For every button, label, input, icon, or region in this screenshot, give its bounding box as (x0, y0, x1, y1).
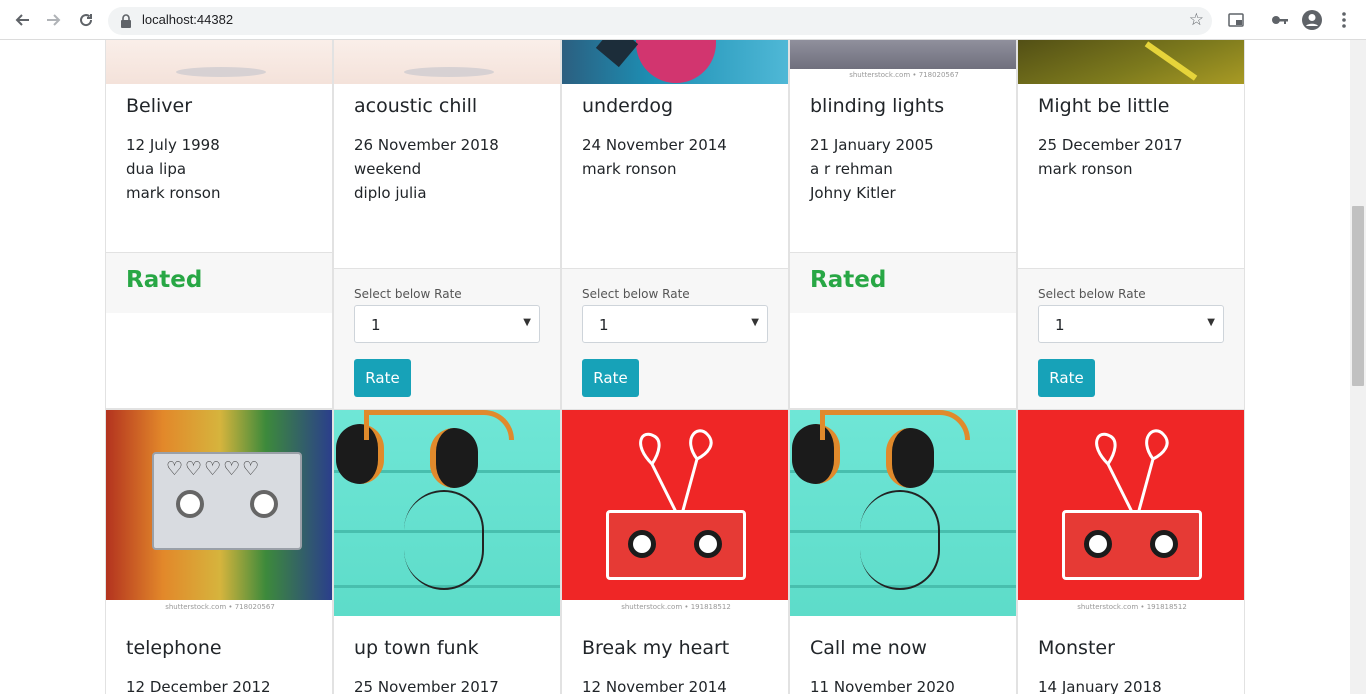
rated-label: Rated (126, 267, 203, 293)
song-card: Might be little 25 December 2017 mark ro… (1017, 40, 1245, 410)
song-artist: mark ronson (582, 160, 677, 178)
profile-avatar-icon[interactable] (1302, 10, 1322, 30)
image-watermark: shutterstock.com • 718020567 (849, 71, 959, 79)
rate-select-value: 1 (371, 316, 381, 334)
scrollbar-thumb[interactable] (1352, 206, 1364, 386)
song-title: Call me now (810, 637, 927, 659)
rate-button[interactable]: Rate (1038, 359, 1095, 397)
song-title: Might be little (1038, 95, 1170, 117)
headphones-teal-image (790, 410, 1016, 616)
song-date: 14 January 2018 (1038, 678, 1162, 694)
image-watermark: shutterstock.com • 191818512 (1077, 603, 1187, 611)
rate-label: Select below Rate (582, 287, 690, 301)
song-date: 26 November 2018 (354, 136, 499, 154)
song-date: 21 January 2005 (810, 136, 934, 154)
heart-cable-icon (1095, 429, 1169, 514)
lock-icon (121, 14, 131, 28)
song-artist: mark ronson (1038, 160, 1133, 178)
song-title: telephone (126, 637, 222, 659)
cassette-red-image: shutterstock.com • 191818512 (1018, 410, 1244, 616)
song-date: 24 November 2014 (582, 136, 727, 154)
song-card: Call me now 11 November 2020 (789, 409, 1017, 694)
song-date: 25 December 2017 (1038, 136, 1183, 154)
rate-button[interactable]: Rate (582, 359, 639, 397)
song-image: shutterstock.com • 718020567 (790, 40, 1016, 84)
address-bar[interactable]: localhost:44382 ☆ (108, 7, 1212, 35)
bookmark-star-icon[interactable]: ☆ (1189, 10, 1204, 30)
rating-footer: Select below Rate 1 ▼ Rate (1018, 268, 1244, 410)
rated-label: Rated (810, 267, 887, 293)
forward-icon[interactable] (42, 8, 66, 32)
song-card: shutterstock.com • 191818512 Monster 14 … (1017, 409, 1245, 694)
rate-button[interactable]: Rate (354, 359, 411, 397)
back-icon[interactable] (10, 8, 34, 32)
cassette-hearts-image: ♡♡♡♡♡ shutterstock.com • 718020567 (106, 410, 332, 616)
song-image (562, 40, 788, 84)
rate-select[interactable]: 1 ▼ (582, 305, 768, 343)
song-date: 12 November 2014 (582, 678, 727, 694)
song-artist: Johny Kitler (810, 184, 896, 202)
song-artist: dua lipa (126, 160, 187, 178)
heart-cable-icon (639, 429, 713, 514)
song-artist: diplo julia (354, 184, 427, 202)
rating-footer: Rated (790, 252, 1016, 313)
image-watermark: shutterstock.com • 718020567 (165, 603, 275, 611)
rating-footer: Select below Rate 1 ▼ Rate (334, 268, 560, 410)
song-date: 11 November 2020 (810, 678, 955, 694)
rate-select[interactable]: 1 ▼ (354, 305, 540, 343)
cassette-red-image: shutterstock.com • 191818512 (562, 410, 788, 616)
song-image (106, 40, 332, 84)
song-card: ♡♡♡♡♡ shutterstock.com • 718020567 telep… (105, 409, 333, 694)
song-title: Beliver (126, 95, 193, 117)
song-card: acoustic chill 26 November 2018 weekend … (333, 40, 561, 410)
image-watermark: shutterstock.com • 191818512 (621, 603, 731, 611)
menu-kebab-icon[interactable] (1334, 10, 1354, 30)
song-card: underdog 24 November 2014 mark ronson Se… (561, 40, 789, 410)
cast-icon[interactable] (1226, 10, 1246, 30)
song-image (1018, 40, 1244, 84)
rate-select-value: 1 (599, 316, 609, 334)
reload-icon[interactable] (74, 8, 98, 32)
song-date: 12 July 1998 (126, 136, 220, 154)
song-title: Monster (1038, 637, 1115, 659)
rate-select[interactable]: 1 ▼ (1038, 305, 1224, 343)
chevron-down-icon: ▼ (523, 317, 531, 328)
rating-footer: Rated (106, 252, 332, 313)
chevron-down-icon: ▼ (751, 317, 759, 328)
page-viewport: Beliver 12 July 1998 dua lipa mark ronso… (0, 40, 1350, 694)
song-image (334, 40, 560, 84)
song-title: Break my heart (582, 637, 730, 659)
song-card: shutterstock.com • 718020567 blinding li… (789, 40, 1017, 409)
song-title: acoustic chill (354, 95, 478, 117)
address-url[interactable]: localhost:44382 (142, 12, 233, 27)
headphones-teal-image (334, 410, 560, 616)
song-title: up town funk (354, 637, 479, 659)
rate-select-value: 1 (1055, 316, 1065, 334)
browser-toolbar: localhost:44382 ☆ (0, 0, 1366, 40)
rate-label: Select below Rate (1038, 287, 1146, 301)
song-date: 12 December 2012 (126, 678, 271, 694)
chevron-down-icon: ▼ (1207, 317, 1215, 328)
song-title: blinding lights (810, 95, 945, 117)
song-artist: a r rehman (810, 160, 893, 178)
key-icon[interactable] (1270, 10, 1290, 30)
rating-footer: Select below Rate 1 ▼ Rate (562, 268, 788, 410)
song-title: underdog (582, 95, 674, 117)
song-card: up town funk 25 November 2017 (333, 409, 561, 694)
song-date: 25 November 2017 (354, 678, 499, 694)
page-scrollbar[interactable] (1350, 40, 1366, 694)
song-card: Beliver 12 July 1998 dua lipa mark ronso… (105, 40, 333, 409)
song-artist: mark ronson (126, 184, 221, 202)
song-artist: weekend (354, 160, 422, 178)
rate-label: Select below Rate (354, 287, 462, 301)
song-card: shutterstock.com • 191818512 Break my he… (561, 409, 789, 694)
